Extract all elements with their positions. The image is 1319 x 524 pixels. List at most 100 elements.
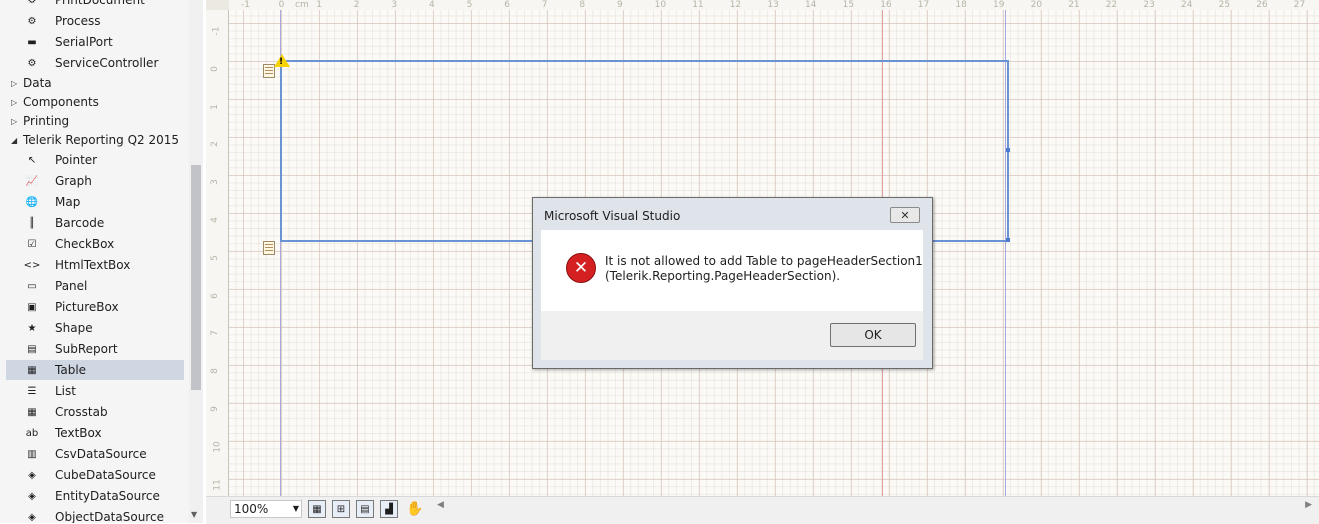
ruler-tick-label: 17 [917, 0, 930, 10]
toolbox-item[interactable]: ▬ SerialPort [0, 32, 186, 52]
toolbox-item[interactable]: ⚙ ServiceController [0, 53, 186, 73]
ruler-tick-label: 13 [767, 0, 779, 10]
toolbox-item-label: Table [55, 363, 87, 377]
toolbox-scroll-thumb[interactable] [191, 165, 201, 390]
pointer-icon: ↖ [27, 154, 37, 166]
toolbox-category[interactable]: ▷ Components [0, 92, 186, 112]
csv-datasource-icon: ▥ [27, 448, 37, 460]
shape-icon: ★ [27, 322, 37, 334]
ruler-tick-label: 22 [1105, 0, 1118, 10]
toolbox-item[interactable]: ◈ ObjectDataSource [0, 507, 186, 523]
scroll-down-arrow-icon[interactable]: ▼ [191, 510, 197, 519]
toolbox-item[interactable]: ab TextBox [0, 423, 186, 443]
toolbox-category[interactable]: ▷ Data [0, 73, 186, 93]
ruler-tick-label: 26 [1256, 0, 1268, 10]
ruler-tick-label: -1 [211, 26, 222, 36]
ruler-tick-label: 6 [504, 0, 510, 10]
dimensions-icon[interactable]: ▟ [380, 500, 398, 518]
toolbox-item-label: Shape [55, 321, 93, 335]
ruler-tick-label: 0 [209, 65, 220, 72]
designer-bottom-bar: 100% ▼ ▦ ⊞ ▤ ▟ ✋ ◀ ▶ [206, 496, 1319, 524]
ruler-tick-label: 0 [278, 0, 285, 10]
collapsed-triangle-icon[interactable]: ▷ [11, 79, 17, 88]
ok-button[interactable]: OK [830, 323, 916, 347]
serial-port-icon: ▬ [27, 36, 37, 48]
toolbox-item[interactable]: 🌐 Map [0, 192, 186, 212]
toolbox-item-label: CubeDataSource [55, 468, 156, 482]
dialog-message-line: (Telerik.Reporting.PageHeaderSection). [605, 269, 841, 283]
toolbox-item-label: Pointer [55, 153, 98, 167]
scroll-left-arrow-icon[interactable]: ◀ [437, 500, 444, 510]
toolbox-item[interactable]: <> HtmlTextBox [0, 255, 186, 275]
toolbox-item[interactable]: 📈 Graph [0, 171, 186, 191]
snap-to-grid-icon[interactable]: ⊞ [332, 500, 350, 518]
toolbox-category[interactable]: ▷ Printing [0, 111, 186, 131]
textbox-icon: ab [25, 427, 39, 439]
toolbox-item-label: CsvDataSource [55, 447, 147, 461]
toolbox-item[interactable]: ◈ EntityDataSource [0, 486, 186, 506]
resize-handle[interactable] [1006, 238, 1010, 242]
toolbox-item-label: CheckBox [55, 237, 115, 251]
dialog-body: ✕ It is not allowed to add Table to page… [541, 230, 923, 311]
picturebox-icon: ▣ [27, 301, 37, 313]
toolbox-item[interactable]: ★ Shape [0, 318, 186, 338]
snap-to-lines-icon[interactable]: ▤ [356, 500, 374, 518]
html-textbox-icon: <> [23, 259, 41, 271]
ruler-tick-label: 19 [993, 0, 1005, 10]
grid-toggle-icon[interactable]: ▦ [308, 500, 326, 518]
ruler-tick-label: 11 [692, 0, 704, 10]
toolbox-item-label: ServiceController [55, 56, 159, 70]
zoom-value: 100% [234, 502, 269, 516]
ruler-tick-label: 14 [805, 0, 817, 10]
collapsed-triangle-icon[interactable]: ▷ [11, 98, 17, 107]
ruler-tick-label: 8 [209, 368, 220, 375]
scroll-right-arrow-icon[interactable]: ▶ [1305, 500, 1312, 510]
ruler-unit-label: cm [295, 0, 309, 10]
toolbox-item-label: Panel [55, 279, 88, 293]
toolbox-item[interactable]: ↖ Pointer [0, 150, 186, 170]
chevron-down-icon[interactable]: ▼ [293, 504, 299, 513]
section-icon[interactable] [263, 241, 275, 255]
zoom-select[interactable]: 100% ▼ [230, 500, 302, 518]
ruler-tick-label: 3 [391, 0, 398, 10]
ruler-tick-label: 18 [955, 0, 967, 10]
vertical-ruler: -1 0 1 2 3 4 5 6 7 8 9 10 11 [206, 10, 229, 496]
toolbox-item[interactable]: ▣ PictureBox [0, 297, 186, 317]
ruler-tick-label: 8 [579, 0, 586, 10]
dialog-message: It is not allowed to add Table to pageHe… [605, 254, 923, 284]
toolbox-item[interactable]: ▦ Crosstab [0, 402, 186, 422]
horizontal-scrollbar[interactable]: ◀ ▶ [437, 500, 1312, 515]
toolbox-item-label: Process [55, 14, 101, 28]
toolbox-item-label: Telerik Reporting Q2 2015 [23, 133, 180, 147]
resize-handle[interactable] [1006, 148, 1010, 152]
ruler-tick-label: 20 [1030, 0, 1043, 10]
hand-tool-icon[interactable]: ✋ [406, 500, 424, 518]
toolbox-item[interactable]: ☰ List [0, 381, 186, 401]
expanded-triangle-icon[interactable]: ◢ [11, 136, 17, 145]
ruler-tick-label: 27 [1293, 0, 1306, 10]
toolbox-item[interactable]: ║ Barcode [0, 213, 186, 233]
toolbox-item[interactable]: ▤ SubReport [0, 339, 186, 359]
toolbox-item-label: HtmlTextBox [55, 258, 131, 272]
service-controller-icon: ⚙ [27, 57, 37, 69]
toolbox-scrollbar[interactable]: ▼ [189, 0, 203, 523]
toolbox-item-label: Components [23, 95, 99, 109]
toolbox-item[interactable]: ▭ Panel [0, 276, 186, 296]
toolbox-item[interactable]: ☑ CheckBox [0, 234, 186, 254]
subreport-icon: ▤ [27, 343, 37, 355]
list-icon: ☰ [27, 385, 37, 397]
ruler-tick-label: 23 [1143, 0, 1155, 10]
toolbox-item-label: PrintDocument [55, 0, 145, 7]
toolbox-item-label: Crosstab [55, 405, 108, 419]
toolbox-item[interactable]: ⚙ Process [0, 11, 186, 31]
close-button[interactable]: ✕ [890, 207, 920, 223]
collapsed-triangle-icon[interactable]: ▷ [11, 117, 17, 126]
toolbox-item[interactable]: ▥ CsvDataSource [0, 444, 186, 464]
toolbox-item[interactable]: ⚙ PrintDocument [0, 0, 186, 10]
ruler-tick-label: 5 [466, 0, 473, 10]
ruler-tick-label: 25 [1218, 0, 1231, 10]
toolbox-category[interactable]: ◢ Telerik Reporting Q2 2015 [0, 130, 186, 150]
toolbox-item[interactable]: ▦ Table [6, 360, 184, 380]
toolbox-item[interactable]: ◈ CubeDataSource [0, 465, 186, 485]
ruler-tick-label: 11 [212, 478, 223, 491]
